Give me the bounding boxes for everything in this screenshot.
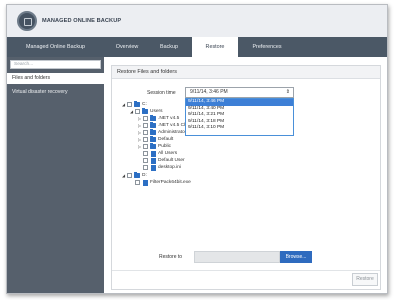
folder-icon [142, 108, 148, 114]
file-icon [151, 157, 156, 164]
checkbox[interactable] [143, 137, 148, 142]
tree-label: Administrator [158, 130, 187, 135]
tree-node-public[interactable]: ▷ Public [138, 143, 188, 150]
tree-label: Default User [158, 158, 185, 163]
folder-icon [150, 129, 156, 135]
restore-to-label: Restore to [159, 254, 183, 260]
sidebar-search-input[interactable]: Search... [10, 60, 101, 69]
panel-footer-divider [112, 270, 380, 271]
collapse-triangle-icon[interactable]: ◢ [122, 172, 125, 179]
expand-triangle-icon[interactable]: ▷ [138, 143, 141, 150]
tab-overview[interactable]: Overview [107, 37, 147, 57]
checkbox[interactable] [143, 144, 148, 149]
tree-node-net45-classic[interactable]: ▷ .NET v4.5 Cla [138, 122, 188, 129]
checkbox[interactable] [143, 130, 148, 135]
tab-restore[interactable]: Restore [192, 37, 238, 57]
sidebar-item-virtual-disaster-recovery[interactable]: Virtual disaster recovery [7, 87, 104, 98]
expand-triangle-icon[interactable]: ▷ [138, 122, 141, 129]
title-bar: MANAGED ONLINE BACKUP [7, 5, 387, 37]
checkbox[interactable] [135, 109, 140, 114]
folder-icon [134, 101, 140, 107]
folder-icon [150, 115, 156, 121]
checkbox[interactable] [127, 173, 132, 178]
tree-label: Users [150, 109, 163, 114]
tree-label: .NET v4.5 Cla [158, 123, 188, 128]
browse-button[interactable]: Browse... [280, 251, 312, 263]
tree-node-desktop-ini[interactable]: desktop.ini [138, 164, 188, 171]
nav-brand[interactable]: Managed Online Backup [7, 37, 104, 57]
folder-icon [150, 143, 156, 149]
select-arrows-icon: ⇕ [285, 89, 290, 95]
checkbox[interactable] [143, 123, 148, 128]
session-option[interactable]: 9/11/14, 3:10 PM [186, 125, 293, 132]
session-time-select[interactable]: 9/11/14, 3:46 PM ⇕ [185, 87, 294, 98]
sidebar: Search... Files and folders Virtual disa… [7, 57, 104, 293]
tree-label: FilterPack64bit.exe [150, 180, 191, 185]
checkbox[interactable] [143, 158, 148, 163]
file-icon [151, 150, 156, 157]
tree-label: C: [142, 102, 147, 107]
tree-node-c-drive[interactable]: ◢ C: [122, 101, 162, 108]
collapse-triangle-icon[interactable]: ◢ [130, 108, 133, 115]
collapse-triangle-icon[interactable]: ◢ [122, 101, 125, 108]
tab-backup[interactable]: Backup [149, 37, 189, 57]
tree-label: .NET v4.5 [158, 116, 180, 121]
tree-node-net45[interactable]: ▷ .NET v4.5 [138, 115, 188, 122]
tree-label: Default [158, 137, 174, 142]
restore-panel: Restore Files and folders Session time 9… [111, 65, 381, 290]
app-title: MANAGED ONLINE BACKUP [42, 18, 122, 24]
app-window: MANAGED ONLINE BACKUP Managed Online Bac… [6, 4, 388, 294]
app-logo-icon [17, 11, 37, 31]
restore-button[interactable]: Restore [352, 273, 378, 286]
checkbox[interactable] [127, 102, 132, 107]
tree-node-users[interactable]: ◢ Users [130, 108, 180, 115]
panel-title: Restore Files and folders [112, 66, 380, 79]
tree-label: All Users [158, 151, 178, 156]
tree-node-default-user[interactable]: Default User [138, 157, 188, 164]
checkbox[interactable] [143, 165, 148, 170]
session-time-value: 9/11/14, 3:46 PM [190, 89, 228, 95]
session-time-dropdown[interactable]: 9/11/14, 3:46 PM 9/11/14, 3:40 PM 9/11/1… [185, 98, 294, 136]
tree-label: D: [142, 173, 147, 178]
folder-icon [150, 122, 156, 128]
tree-node-d-drive[interactable]: ◢ D: [122, 172, 162, 179]
file-icon [143, 179, 148, 186]
checkbox[interactable] [143, 151, 148, 156]
tree-node-default[interactable]: ▷ Default [138, 136, 188, 143]
tree-node-all-users[interactable]: All Users [138, 150, 188, 157]
tree-node-administrator[interactable]: ▷ Administrator [138, 129, 188, 136]
sidebar-item-files-and-folders[interactable]: Files and folders [7, 73, 104, 84]
session-time-label: Session time [147, 90, 176, 96]
tree-label: desktop.ini [158, 165, 181, 170]
tree-label: Public [158, 144, 172, 149]
tab-preferences[interactable]: Preferences [239, 37, 295, 57]
checkbox[interactable] [143, 116, 148, 121]
expand-triangle-icon[interactable]: ▷ [138, 129, 141, 136]
restore-to-input[interactable] [194, 251, 280, 263]
top-nav: Managed Online Backup Overview Backup Re… [7, 37, 387, 57]
expand-triangle-icon[interactable]: ▷ [138, 115, 141, 122]
file-icon [151, 164, 156, 171]
checkbox[interactable] [135, 180, 140, 185]
folder-icon [150, 136, 156, 142]
expand-triangle-icon[interactable]: ▷ [138, 136, 141, 143]
tree-node-filterpack[interactable]: FilterPack64bit.exe [130, 179, 200, 186]
folder-icon [134, 172, 140, 178]
